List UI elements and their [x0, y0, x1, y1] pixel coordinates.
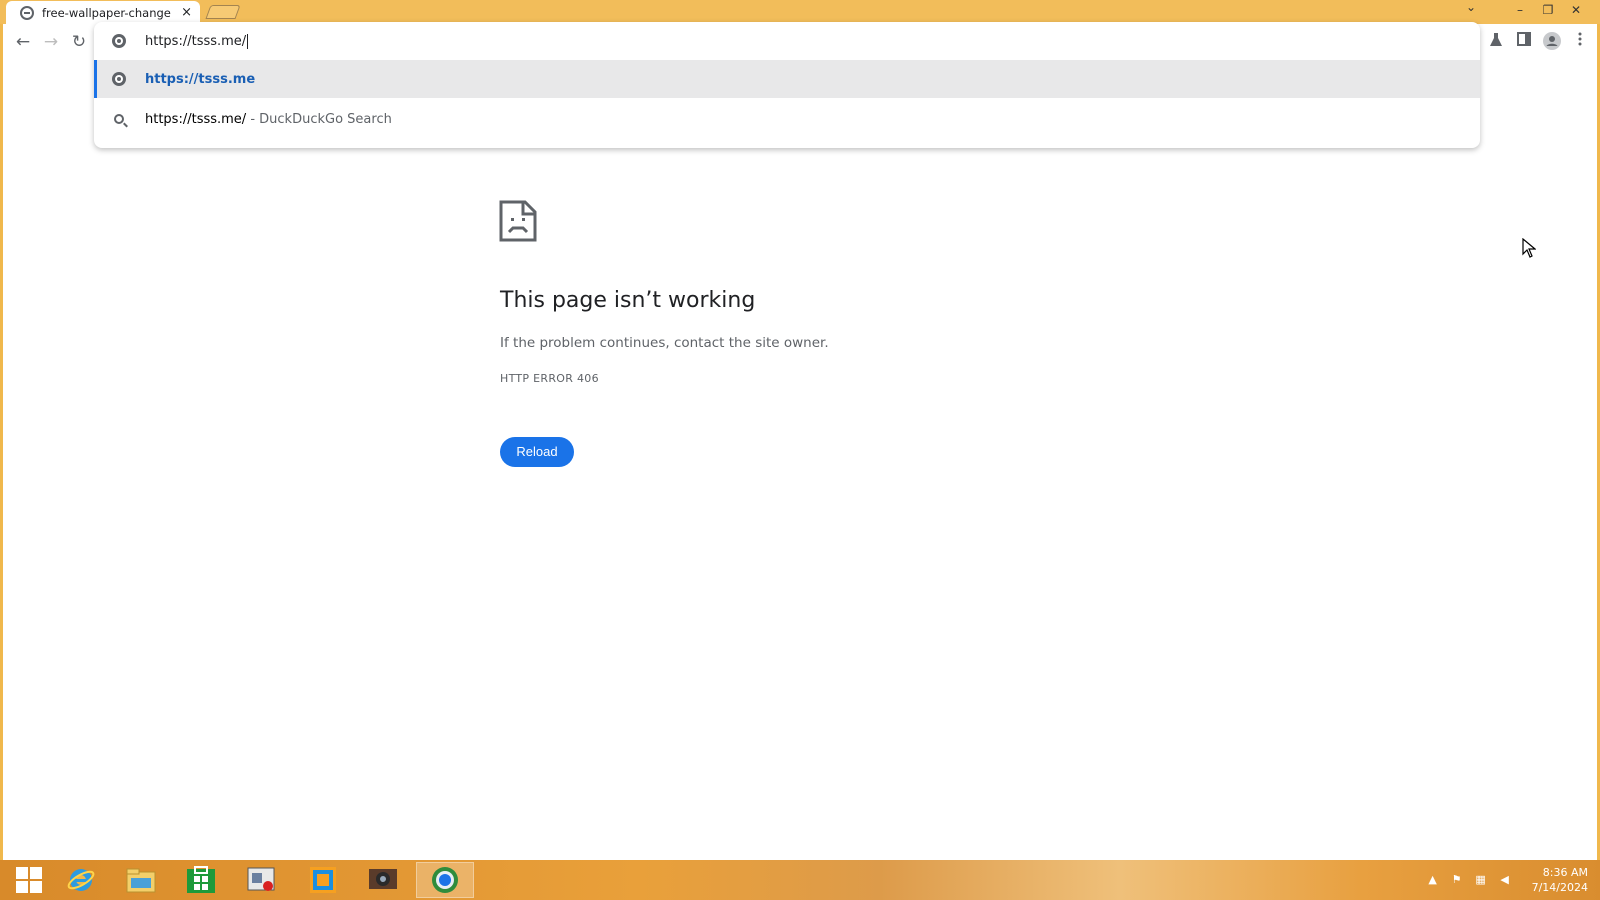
error-code: HTTP ERROR 406 — [500, 372, 599, 385]
address-bar[interactable]: https://tsss.me/ — [94, 22, 1480, 60]
file-explorer-icon[interactable] — [112, 862, 170, 898]
browser-tab[interactable]: free-wallpaper-change × — [6, 1, 200, 24]
omnibox-dropdown: https://tsss.me/ https://tsss.me https:/… — [94, 22, 1480, 148]
text-caret — [247, 33, 249, 49]
menu-icon[interactable] — [1571, 32, 1589, 50]
taskbar: ▲ ⚑ ▦ ◀ 8:36 AM 7/14/2024 — [0, 860, 1600, 900]
clock-date: 7/14/2024 — [1531, 881, 1588, 894]
mouse-cursor-icon — [1522, 238, 1536, 258]
globe-icon — [20, 5, 34, 20]
webcam-app-icon[interactable] — [354, 862, 412, 898]
new-tab-button[interactable] — [205, 5, 241, 19]
restore-button[interactable]: ❐ — [1534, 3, 1562, 17]
reload-button[interactable]: Reload — [500, 437, 574, 467]
title-bar: free-wallpaper-change × ⌄ – ❐ ✕ — [0, 0, 1600, 24]
suggestion-url[interactable]: https://tsss.me — [94, 60, 1480, 98]
side-panel-icon[interactable] — [1515, 32, 1533, 50]
blue-app-icon[interactable] — [294, 862, 352, 898]
address-text: https://tsss.me/ — [145, 33, 247, 49]
back-button[interactable]: ← — [13, 32, 33, 52]
screen-recorder-icon[interactable] — [232, 862, 290, 898]
error-message: If the problem continues, contact the si… — [500, 335, 829, 351]
clock-time: 8:36 AM — [1542, 866, 1588, 879]
address-input[interactable]: https://tsss.me/ — [145, 33, 249, 49]
window-controls: – ❐ ✕ — [1506, 0, 1590, 20]
sad-page-icon — [499, 200, 537, 242]
page-content: This page isn’t working If the problem c… — [3, 60, 1597, 860]
show-hidden-icons-icon[interactable]: ▲ — [1426, 873, 1440, 887]
clock[interactable]: 8:36 AM 7/14/2024 — [1532, 865, 1588, 895]
start-button[interactable] — [0, 862, 58, 898]
error-title: This page isn’t working — [500, 288, 756, 313]
tab-search-icon[interactable]: ⌄ — [1466, 0, 1476, 14]
suggestion-search[interactable]: https://tsss.me/ - DuckDuckGo Search — [94, 100, 1480, 138]
profile-icon[interactable] — [1543, 32, 1561, 50]
windows-logo-icon — [16, 867, 42, 893]
reload-icon-button[interactable]: ↻ — [69, 32, 89, 52]
action-center-flag-icon[interactable]: ⚑ — [1450, 873, 1464, 887]
search-icon — [114, 114, 124, 124]
site-info-icon[interactable] — [112, 34, 126, 48]
suggestion-search-engine: - DuckDuckGo Search — [246, 111, 392, 127]
volume-muted-icon[interactable]: ◀ — [1498, 873, 1512, 887]
toolbar-right-icons — [1487, 32, 1589, 50]
close-tab-icon[interactable]: × — [181, 5, 192, 20]
minimize-button[interactable]: – — [1506, 3, 1534, 17]
system-tray: ▲ ⚑ ▦ ◀ 8:36 AM 7/14/2024 — [1426, 862, 1588, 898]
network-icon[interactable]: ▦ — [1474, 873, 1488, 887]
tab-title: free-wallpaper-change — [42, 5, 171, 20]
store-icon[interactable] — [172, 862, 230, 898]
internet-explorer-icon[interactable] — [52, 862, 110, 898]
forward-button[interactable]: → — [41, 32, 61, 52]
suggestion-search-query: https://tsss.me/ — [145, 111, 247, 127]
globe-icon — [112, 72, 126, 86]
suggestion-url-text: https://tsss.me — [145, 71, 256, 87]
close-window-button[interactable]: ✕ — [1562, 3, 1590, 17]
browser-window: free-wallpaper-change × ⌄ – ❐ ✕ ← → ↻ ht… — [0, 0, 1600, 860]
browser-app-icon[interactable] — [416, 862, 474, 898]
suggestion-search-text: https://tsss.me/ - DuckDuckGo Search — [145, 112, 392, 127]
flask-icon[interactable] — [1487, 32, 1505, 50]
